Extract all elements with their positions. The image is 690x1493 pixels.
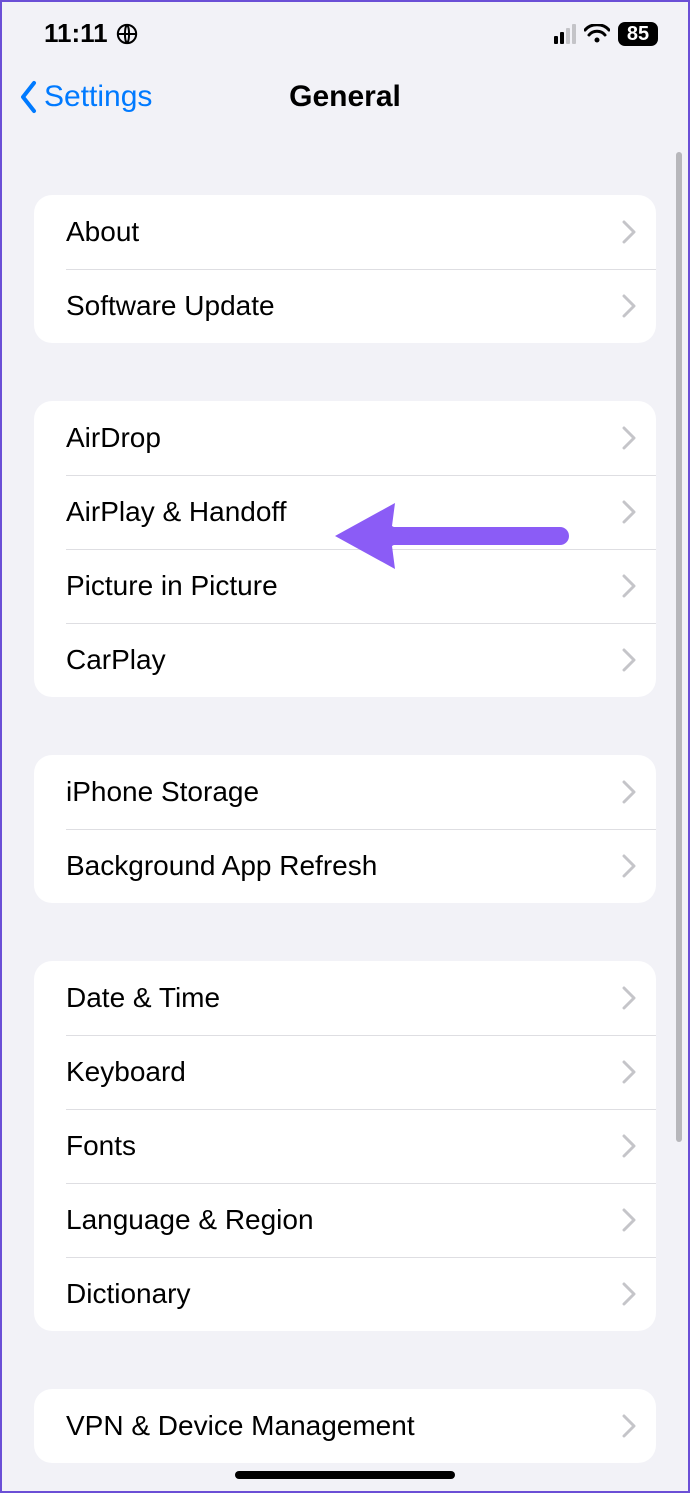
chevron-right-icon xyxy=(622,1208,636,1232)
row-fonts[interactable]: Fonts xyxy=(34,1109,656,1183)
wifi-icon xyxy=(584,24,610,44)
row-label: iPhone Storage xyxy=(66,776,259,808)
row-airplay-handoff[interactable]: AirPlay & Handoff xyxy=(34,475,656,549)
chevron-right-icon xyxy=(622,1134,636,1158)
home-indicator xyxy=(235,1471,455,1479)
status-time: 11:11 xyxy=(44,18,108,49)
chevron-right-icon xyxy=(622,854,636,878)
row-label: VPN & Device Management xyxy=(66,1410,415,1442)
group-storage: iPhone Storage Background App Refresh xyxy=(34,755,656,903)
row-label: About xyxy=(66,216,139,248)
chevron-right-icon xyxy=(622,1282,636,1306)
status-right: 85 xyxy=(554,22,658,46)
group-airdrop: AirDrop AirPlay & Handoff Picture in Pic… xyxy=(34,401,656,697)
row-keyboard[interactable]: Keyboard xyxy=(34,1035,656,1109)
status-bar: 11:11 85 xyxy=(2,2,688,55)
group-about: About Software Update xyxy=(34,195,656,343)
content: About Software Update AirDrop AirPlay & … xyxy=(2,195,688,1493)
row-airdrop[interactable]: AirDrop xyxy=(34,401,656,475)
nav-header: Settings General xyxy=(2,55,688,139)
cellular-signal-icon xyxy=(554,24,576,44)
chevron-right-icon xyxy=(622,426,636,450)
scrollbar[interactable] xyxy=(676,152,682,1142)
back-button[interactable]: Settings xyxy=(18,80,152,114)
row-language-region[interactable]: Language & Region xyxy=(34,1183,656,1257)
row-label: AirDrop xyxy=(66,422,161,454)
row-label: Date & Time xyxy=(66,982,220,1014)
battery-level: 85 xyxy=(618,22,658,46)
row-label: Keyboard xyxy=(66,1056,186,1088)
row-label: AirPlay & Handoff xyxy=(66,496,287,528)
globe-icon xyxy=(116,23,138,45)
chevron-right-icon xyxy=(622,1414,636,1438)
row-iphone-storage[interactable]: iPhone Storage xyxy=(34,755,656,829)
row-carplay[interactable]: CarPlay xyxy=(34,623,656,697)
chevron-right-icon xyxy=(622,294,636,318)
row-vpn-device-management[interactable]: VPN & Device Management xyxy=(34,1389,656,1463)
row-label: Language & Region xyxy=(66,1204,314,1236)
row-label: Fonts xyxy=(66,1130,136,1162)
row-date-time[interactable]: Date & Time xyxy=(34,961,656,1035)
row-picture-in-picture[interactable]: Picture in Picture xyxy=(34,549,656,623)
chevron-right-icon xyxy=(622,780,636,804)
chevron-right-icon xyxy=(622,648,636,672)
chevron-right-icon xyxy=(622,1060,636,1084)
chevron-left-icon xyxy=(18,80,40,114)
group-system: Date & Time Keyboard Fonts Language & Re… xyxy=(34,961,656,1331)
group-vpn: VPN & Device Management xyxy=(34,1389,656,1463)
chevron-right-icon xyxy=(622,220,636,244)
chevron-right-icon xyxy=(622,500,636,524)
row-dictionary[interactable]: Dictionary xyxy=(34,1257,656,1331)
row-label: CarPlay xyxy=(66,644,166,676)
status-left: 11:11 xyxy=(44,18,138,49)
row-label: Background App Refresh xyxy=(66,850,377,882)
row-software-update[interactable]: Software Update xyxy=(34,269,656,343)
row-about[interactable]: About xyxy=(34,195,656,269)
row-label: Picture in Picture xyxy=(66,570,278,602)
row-label: Software Update xyxy=(66,290,275,322)
chevron-right-icon xyxy=(622,574,636,598)
row-background-app-refresh[interactable]: Background App Refresh xyxy=(34,829,656,903)
row-label: Dictionary xyxy=(66,1278,190,1310)
chevron-right-icon xyxy=(622,986,636,1010)
back-label: Settings xyxy=(44,80,152,114)
